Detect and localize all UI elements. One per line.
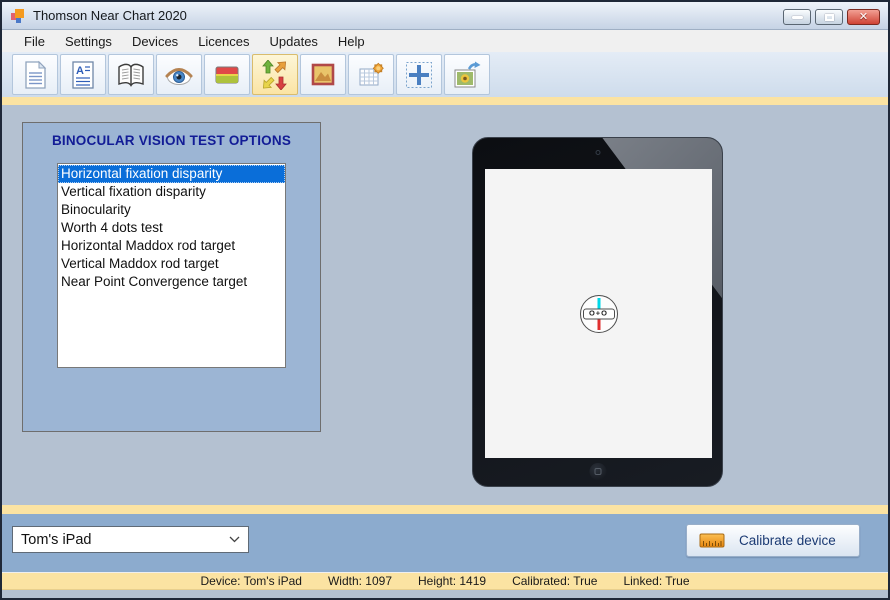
duochrome-icon — [215, 66, 239, 83]
toolbar-button-reading-book[interactable] — [108, 54, 154, 95]
fixation-disparity-target: O+O — [579, 294, 618, 333]
picture-icon — [311, 63, 335, 85]
main-area: BINOCULAR VISION TEST OPTIONS Horizontal… — [2, 105, 888, 505]
target-bottom-line-red — [597, 317, 600, 330]
list-item-vertical-fixation-disparity[interactable]: Vertical fixation disparity — [58, 183, 285, 201]
device-select[interactable]: Tom's iPad — [12, 526, 249, 553]
menu-licences[interactable]: Licences — [188, 31, 259, 52]
status-width: Width: 1097 — [327, 574, 392, 588]
toolbar-button-export-image[interactable] — [444, 54, 490, 95]
window-title: Thomson Near Chart 2020 — [33, 8, 187, 23]
maximize-icon — [824, 13, 834, 21]
target-center-box: O+O — [582, 308, 615, 319]
menu-devices[interactable]: Devices — [122, 31, 188, 52]
direction-arrows-icon — [262, 59, 287, 90]
status-linked: Linked: True — [623, 574, 690, 588]
close-icon: ✕ — [858, 10, 869, 23]
test-options-listbox[interactable]: Horizontal fixation disparity Vertical f… — [57, 163, 286, 368]
minimize-button[interactable] — [783, 9, 811, 25]
toolbar: A — [2, 52, 888, 97]
list-item-near-point-convergence[interactable]: Near Point Convergence target — [58, 273, 285, 291]
new-document-icon — [25, 60, 47, 89]
list-item-worth-4-dots[interactable]: Worth 4 dots test — [58, 219, 285, 237]
test-options-panel: BINOCULAR VISION TEST OPTIONS Horizontal… — [22, 122, 321, 432]
status-height: Height: 1419 — [418, 574, 487, 588]
toolbar-button-new-grid[interactable] — [348, 54, 394, 95]
eye-icon — [165, 67, 193, 85]
minimize-icon — [791, 15, 803, 19]
title-bar: Thomson Near Chart 2020 ✕ — [2, 2, 888, 30]
toolbar-button-eye[interactable] — [156, 54, 202, 95]
panel-title: BINOCULAR VISION TEST OPTIONS — [51, 133, 292, 148]
toolbar-button-crosshair[interactable] — [396, 54, 442, 95]
ruler-icon — [699, 533, 725, 548]
calibrate-button-label: Calibrate device — [739, 533, 836, 548]
ipad-screen: O+O — [485, 169, 712, 458]
list-item-horizontal-maddox-rod[interactable]: Horizontal Maddox rod target — [58, 237, 285, 255]
status-bar: Device: Tom's iPad Width: 1097 Height: 1… — [2, 572, 888, 590]
toolbar-button-letter-chart[interactable]: A — [60, 54, 106, 95]
new-grid-icon — [359, 62, 384, 85]
status-device: Device: Tom's iPad — [200, 574, 302, 588]
list-item-horizontal-fixation-disparity[interactable]: Horizontal fixation disparity — [58, 165, 285, 183]
device-bar: Tom's iPad Calibrate device — [2, 514, 888, 572]
ipad-home-button-icon — [589, 463, 606, 480]
toolbar-button-picture[interactable] — [300, 54, 346, 95]
list-item-vertical-maddox-rod[interactable]: Vertical Maddox rod target — [58, 255, 285, 273]
chevron-down-icon — [229, 536, 240, 543]
device-select-value: Tom's iPad — [21, 531, 92, 548]
menu-help[interactable]: Help — [328, 31, 375, 52]
close-button[interactable]: ✕ — [847, 9, 880, 25]
toolbar-button-duochrome[interactable] — [204, 54, 250, 95]
window-controls: ✕ — [783, 9, 880, 25]
app-window: Thomson Near Chart 2020 ✕ File Settings … — [0, 0, 890, 600]
menu-settings[interactable]: Settings — [55, 31, 122, 52]
letter-chart-icon: A — [72, 60, 94, 89]
ipad-home-square-icon — [594, 468, 601, 475]
reading-book-icon — [118, 63, 144, 87]
ipad-camera-icon — [595, 150, 600, 155]
app-logo-icon — [11, 8, 24, 23]
status-calibrated: Calibrated: True — [512, 574, 598, 588]
menu-updates[interactable]: Updates — [260, 31, 328, 52]
ipad-device-preview: O+O — [472, 137, 723, 487]
menu-bar: File Settings Devices Licences Updates H… — [2, 30, 888, 52]
accent-strip-bottom — [2, 505, 888, 514]
toolbar-button-new-document[interactable] — [12, 54, 58, 95]
toolbar-button-binocular-tests[interactable] — [252, 54, 298, 95]
menu-file[interactable]: File — [14, 31, 55, 52]
crosshair-icon — [406, 61, 432, 88]
export-image-icon — [454, 61, 481, 87]
maximize-button[interactable] — [815, 9, 843, 25]
svg-text:A: A — [76, 65, 84, 77]
accent-strip-top — [2, 97, 888, 105]
list-item-binocularity[interactable]: Binocularity — [58, 201, 285, 219]
calibrate-device-button[interactable]: Calibrate device — [686, 524, 860, 557]
